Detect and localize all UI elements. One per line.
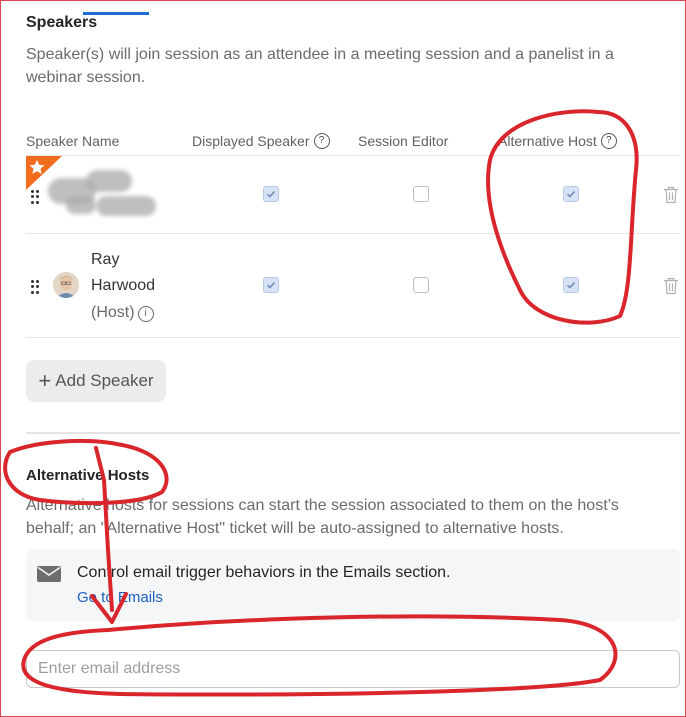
section-divider bbox=[26, 432, 680, 434]
column-session-editor: Session Editor bbox=[358, 133, 449, 149]
email-notice-banner: Control email trigger behaviors in the E… bbox=[26, 549, 680, 621]
speaker-first-name: Ray bbox=[91, 251, 120, 268]
mail-icon bbox=[37, 566, 61, 582]
speaker-last-name: Harwood bbox=[91, 277, 156, 294]
alternative-host-checkbox[interactable] bbox=[563, 186, 579, 202]
displayed-speaker-checkbox[interactable] bbox=[263, 186, 279, 202]
alternative-hosts-description-line1: Alternative hosts for sessions can start… bbox=[26, 497, 619, 514]
question-circle-icon[interactable]: ? bbox=[600, 133, 617, 149]
add-speaker-button[interactable]: + Add Speaker bbox=[26, 360, 166, 402]
alternative-host-checkbox[interactable] bbox=[563, 277, 579, 293]
alternative-hosts-description-line2: behalf; an "Alternative Host" ticket wil… bbox=[26, 520, 564, 537]
alternative-hosts-title: Alternative Hosts bbox=[26, 467, 150, 484]
speakers-title: Speakers bbox=[26, 14, 98, 31]
info-icon[interactable]: i bbox=[137, 306, 154, 322]
row-divider bbox=[26, 233, 680, 234]
column-alternative-host: Alternative Host ? bbox=[498, 133, 617, 149]
table-header-divider bbox=[26, 155, 680, 156]
session-editor-checkbox[interactable] bbox=[413, 186, 429, 202]
email-field[interactable] bbox=[26, 650, 680, 688]
avatar bbox=[53, 272, 79, 298]
drag-handle-icon[interactable] bbox=[31, 280, 39, 294]
drag-handle-icon[interactable] bbox=[31, 190, 39, 204]
row-divider bbox=[26, 337, 680, 338]
speakers-description-line2: webinar session. bbox=[26, 69, 146, 86]
session-editor-checkbox[interactable] bbox=[413, 277, 429, 293]
email-notice-text: Control email trigger behaviors in the E… bbox=[77, 564, 451, 581]
displayed-speaker-checkbox[interactable] bbox=[263, 277, 279, 293]
trash-icon[interactable] bbox=[663, 277, 679, 295]
column-displayed-speaker: Displayed Speaker ? bbox=[192, 133, 330, 149]
plus-icon: + bbox=[38, 368, 52, 393]
speaker-role: (Host) i bbox=[91, 304, 154, 322]
go-to-emails-link[interactable]: Go to Emails bbox=[77, 589, 163, 606]
speakers-description-line1: Speaker(s) will join session as an atten… bbox=[26, 46, 614, 63]
trash-icon[interactable] bbox=[663, 186, 679, 204]
column-speaker-name: Speaker Name bbox=[26, 133, 120, 149]
question-circle-icon[interactable]: ? bbox=[313, 133, 330, 149]
